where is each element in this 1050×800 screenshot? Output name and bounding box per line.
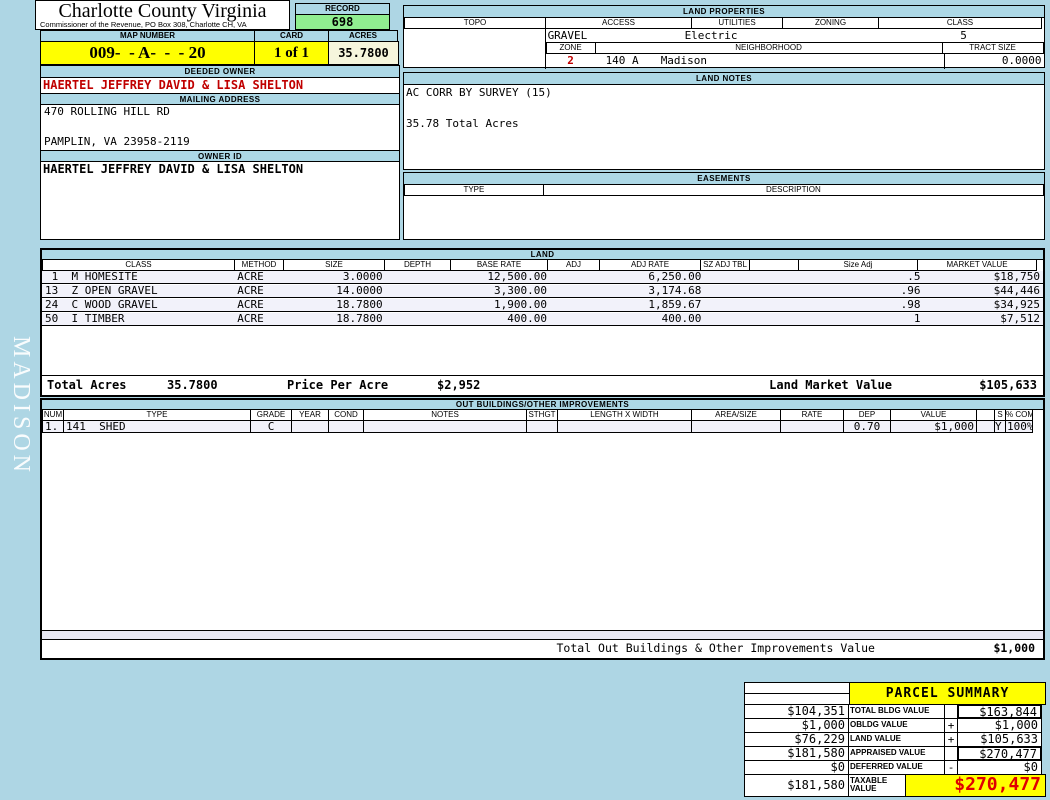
land-col-blank bbox=[749, 259, 799, 271]
tract-size-label: TRACT SIZE bbox=[941, 42, 1044, 54]
page-subtitle: Commissioner of the Revenue, PO Box 308,… bbox=[40, 20, 247, 29]
deeded-owner-header: DEEDED OWNER bbox=[41, 66, 399, 78]
neighborhood-value: Madison bbox=[660, 54, 708, 67]
utilities-value: Electric bbox=[684, 29, 738, 42]
land-col-base-rate: BASE RATE bbox=[450, 259, 548, 271]
out-buildings-table: OUT BUILDINGS/OTHER IMPROVEMENTS NUM TYP… bbox=[40, 398, 1045, 660]
mailing-address-header: MAILING ADDRESS bbox=[41, 93, 399, 105]
topo-label: TOPO bbox=[404, 17, 546, 29]
land-col-adj: ADJ bbox=[547, 259, 600, 271]
land-col-size-adj: Size Adj bbox=[798, 259, 918, 271]
summary-row-taxable: $181,580 TAXABLE VALUE $270,477 bbox=[744, 774, 1047, 797]
land-properties-panel: LAND PROPERTIES TOPO ACCESS UTILITIES ZO… bbox=[403, 5, 1046, 69]
land-notes-header: LAND NOTES bbox=[404, 73, 1044, 85]
mailing-address-block: 470 ROLLING HILL RD PAMPLIN, VA 23958-21… bbox=[41, 105, 399, 150]
out-building-row: 1. 141 SHED C 0.70 $1,000 Y 100% bbox=[42, 420, 1043, 433]
land-properties-values: GRAVEL Electric 5 ZONE NEIGHBORHOOD TRAC… bbox=[545, 29, 1046, 69]
parcel-summary: PARCEL SUMMARY $104,351 TOTAL BLDG VALUE… bbox=[744, 682, 1047, 797]
topo-value bbox=[404, 29, 546, 69]
county-watermark-madison: MADISON bbox=[8, 336, 34, 477]
land-note-line-2: 35.78 Total Acres bbox=[406, 117, 519, 130]
land-market-value: $105,633 bbox=[979, 378, 1037, 392]
card-value: 1 of 1 bbox=[254, 41, 329, 65]
zone-value: 2 bbox=[567, 54, 574, 67]
map-number-value: 009- - A- - - 20 bbox=[40, 41, 255, 65]
address-line-1: 470 ROLLING HILL RD bbox=[44, 105, 170, 118]
summary-row-total-bldg: $104,351 TOTAL BLDG VALUE $163,844 bbox=[744, 704, 1047, 719]
easement-description-label: DESCRIPTION bbox=[542, 184, 1044, 196]
record-value: 698 bbox=[295, 14, 390, 30]
summary-row-appraised: $181,580 APPRAISED VALUE $270,477 bbox=[744, 746, 1047, 761]
utilities-label: UTILITIES bbox=[691, 17, 783, 29]
land-col-adj-rate: ADJ RATE bbox=[599, 259, 701, 271]
land-totals-row: Total Acres 35.7800 Price Per Acre $2,95… bbox=[42, 375, 1043, 395]
neighborhood-code: 140 A bbox=[605, 54, 639, 67]
land-table-row: 50 I TIMBER ACRE 18.7800 400.00 400.00 1… bbox=[42, 313, 1043, 326]
out-buildings-total-label: Total Out Buildings & Other Improvements… bbox=[556, 641, 876, 655]
access-label: ACCESS bbox=[545, 17, 692, 29]
owner-id-value: HAERTEL JEFFREY DAVID & LISA SHELTON bbox=[43, 162, 304, 176]
land-col-method: METHOD bbox=[234, 259, 284, 271]
land-col-sz-adj-tbl: SZ ADJ TBL bbox=[700, 259, 750, 271]
owner-id-header: OWNER ID bbox=[41, 150, 399, 162]
price-per-acre-value: $2,952 bbox=[437, 378, 481, 392]
zone-label: ZONE bbox=[545, 42, 596, 54]
zoning-label: ZONING bbox=[782, 17, 879, 29]
title-block: Charlotte County Virginia Commissioner o… bbox=[35, 0, 290, 30]
address-line-2: PAMPLIN, VA 23958-2119 bbox=[44, 135, 190, 148]
summary-row-land: $76,229 LAND VALUE + $105,633 bbox=[744, 732, 1047, 747]
record-box: RECORD 698 bbox=[295, 3, 390, 30]
land-table-row: 13 Z OPEN GRAVEL ACRE 14.0000 3,300.00 3… bbox=[42, 285, 1043, 298]
deeded-owner-value: HAERTEL JEFFREY DAVID & LISA SHELTON bbox=[43, 78, 304, 92]
land-col-depth: DEPTH bbox=[384, 259, 451, 271]
out-buildings-total-row: Total Out Buildings & Other Improvements… bbox=[42, 640, 1043, 658]
land-notes-panel: LAND NOTES AC CORR BY SURVEY (15) 35.78 … bbox=[403, 72, 1045, 170]
summary-row-deferred: $0 DEFERRED VALUE - $0 bbox=[744, 760, 1047, 775]
map-table: MAP NUMBER CARD ACRES 009- - A- - - 20 1… bbox=[40, 30, 400, 65]
land-table: LAND CLASS METHOD SIZE DEPTH BASE RATE A… bbox=[40, 248, 1045, 397]
access-value: GRAVEL bbox=[547, 29, 588, 42]
property-record-card: MADISON Charlotte County Virginia Commis… bbox=[0, 0, 1050, 800]
land-col-class: CLASS bbox=[42, 259, 235, 271]
land-col-market-value: MARKET VALUE bbox=[917, 259, 1037, 271]
total-acres-value: 35.7800 bbox=[167, 378, 218, 392]
class-value: 5 bbox=[960, 29, 967, 42]
parcel-summary-left-header bbox=[744, 682, 850, 705]
acres-value: 35.7800 bbox=[328, 41, 399, 65]
land-market-value-label: Land Market Value bbox=[769, 378, 892, 392]
out-buildings-divider bbox=[42, 630, 1043, 640]
land-table-row: 1 M HOMESITE ACRE 3.0000 12,500.00 6,250… bbox=[42, 271, 1043, 284]
out-buildings-total-value: $1,000 bbox=[993, 641, 1035, 655]
class-label: CLASS bbox=[878, 17, 1042, 29]
tract-size-value: 0.0000 bbox=[943, 54, 1046, 69]
neighborhood-label: NEIGHBORHOOD bbox=[594, 42, 943, 54]
land-note-line-1: AC CORR BY SURVEY (15) bbox=[406, 86, 552, 99]
easements-panel: EASEMENTS TYPE DESCRIPTION bbox=[403, 172, 1045, 240]
owner-panel: DEEDED OWNER HAERTEL JEFFREY DAVID & LIS… bbox=[40, 65, 400, 240]
summary-row-obldg: $1,000 OBLDG VALUE + $1,000 bbox=[744, 718, 1047, 733]
price-per-acre-label: Price Per Acre bbox=[287, 378, 389, 392]
taxable-value: $270,477 bbox=[905, 774, 1046, 797]
easement-type-label: TYPE bbox=[404, 184, 544, 196]
land-col-size: SIZE bbox=[283, 259, 385, 271]
land-table-row: 24 C WOOD GRAVEL ACRE 18.7800 1,900.00 1… bbox=[42, 299, 1043, 312]
total-acres-label: Total Acres bbox=[47, 378, 127, 392]
page-title: Charlotte County Virginia bbox=[58, 0, 267, 22]
parcel-summary-title: PARCEL SUMMARY bbox=[849, 682, 1046, 705]
